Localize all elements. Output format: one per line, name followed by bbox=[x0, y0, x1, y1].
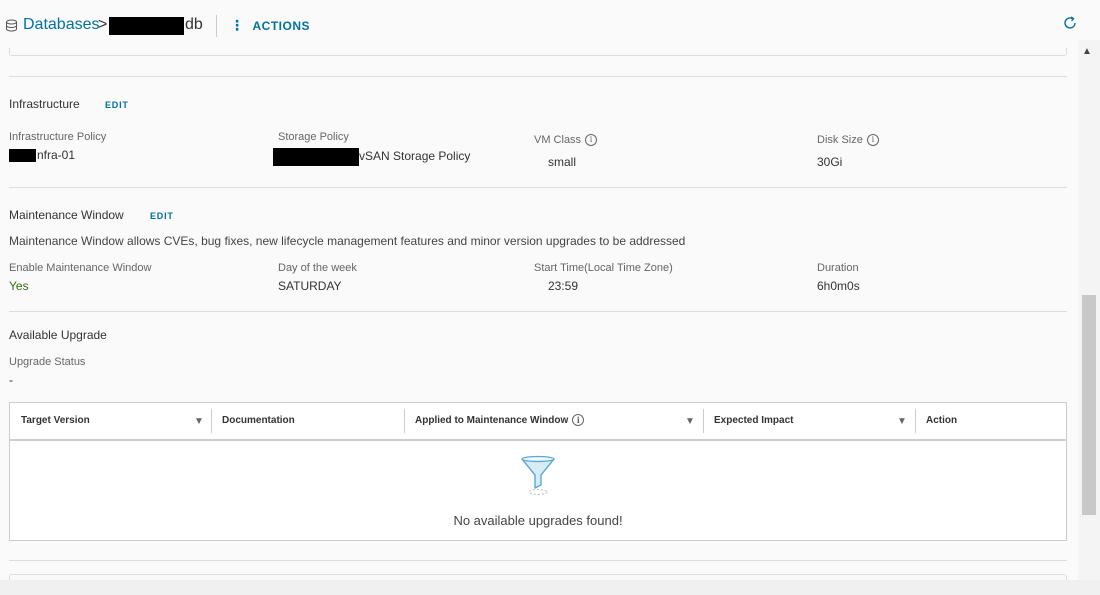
column-action[interactable]: Action bbox=[926, 403, 957, 439]
column-separator[interactable] bbox=[211, 409, 212, 433]
breadcrumb-current: db bbox=[185, 16, 203, 33]
infra-policy-label: Infrastructure Policy bbox=[9, 131, 107, 143]
previous-card bbox=[9, 48, 1067, 56]
duration-value: 6h0m0s bbox=[817, 279, 860, 293]
column-expected-impact[interactable]: Expected Impact bbox=[714, 403, 793, 439]
disk-size-label-text: Disk Size bbox=[817, 134, 863, 146]
column-documentation[interactable]: Documentation bbox=[222, 403, 295, 439]
scrollbar-thumb[interactable] bbox=[1082, 295, 1096, 515]
vertical-scrollbar[interactable]: ▲ bbox=[1078, 40, 1100, 580]
column-target-version[interactable]: Target Version bbox=[21, 403, 90, 439]
infrastructure-edit-link[interactable]: EDIT bbox=[105, 100, 129, 110]
redacted-name bbox=[109, 17, 184, 35]
bottom-bar bbox=[0, 580, 1100, 595]
filter-icon[interactable]: ▼ bbox=[897, 403, 907, 441]
start-time-value: 23:59 bbox=[548, 279, 579, 293]
divider bbox=[9, 187, 1067, 188]
details-scroll-area[interactable]: Infrastructure EDIT Infrastructure Polic… bbox=[0, 48, 1078, 580]
upgrade-status-value: - bbox=[9, 373, 13, 387]
enable-maintenance-label: Enable Maintenance Window bbox=[9, 262, 152, 274]
upgrade-datagrid: Target Version ▼ Documentation Applied t… bbox=[9, 402, 1067, 541]
day-of-week-label: Day of the week bbox=[278, 262, 357, 274]
divider bbox=[9, 76, 1067, 77]
filter-icon[interactable]: ▼ bbox=[194, 403, 204, 441]
storage-policy-text: vSAN Storage Policy bbox=[359, 149, 471, 164]
start-time-label: Start Time(Local Time Zone) bbox=[534, 262, 673, 274]
empty-state-message: No available upgrades found! bbox=[453, 513, 623, 528]
disk-size-label: Disk Size i bbox=[817, 134, 879, 147]
header-divider bbox=[216, 15, 217, 37]
breadcrumb-databases-link[interactable]: Databases bbox=[23, 16, 100, 34]
page-header: Databases > db ⋮ ACTIONS bbox=[0, 0, 1100, 48]
column-separator[interactable] bbox=[404, 409, 405, 433]
available-upgrade-title: Available Upgrade bbox=[9, 328, 107, 342]
scroll-up-arrow-icon[interactable]: ▲ bbox=[1082, 46, 1092, 57]
column-separator[interactable] bbox=[915, 409, 916, 433]
database-icon bbox=[5, 19, 18, 35]
storage-policy-label: Storage Policy bbox=[278, 131, 349, 143]
infra-policy-value: nfra-01 bbox=[9, 148, 76, 163]
vm-class-label: VM Class i bbox=[534, 134, 598, 147]
empty-funnel-icon bbox=[518, 453, 558, 497]
storage-policy-value: vSAN Storage Policy bbox=[273, 148, 470, 166]
vm-class-label-text: VM Class bbox=[534, 134, 582, 146]
maintenance-title: Maintenance Window bbox=[9, 208, 124, 222]
filter-icon[interactable]: ▼ bbox=[685, 403, 695, 441]
disk-size-value: 30Gi bbox=[817, 155, 843, 169]
vm-class-value: small bbox=[548, 155, 577, 169]
actions-button[interactable]: ⋮ ACTIONS bbox=[230, 17, 310, 34]
column-separator[interactable] bbox=[703, 409, 704, 433]
column-applied-maintenance-label: Applied to Maintenance Window bbox=[415, 415, 569, 426]
info-icon[interactable]: i bbox=[572, 414, 585, 427]
infra-policy-text: nfra-01 bbox=[37, 148, 76, 162]
datagrid-header: Target Version ▼ Documentation Applied t… bbox=[10, 403, 1066, 441]
infrastructure-title: Infrastructure bbox=[9, 97, 80, 111]
column-applied-maintenance[interactable]: Applied to Maintenance Window i bbox=[415, 403, 585, 439]
actions-label: ACTIONS bbox=[252, 19, 310, 33]
divider bbox=[9, 560, 1067, 561]
day-of-week-value: SATURDAY bbox=[278, 279, 342, 293]
redacted-block bbox=[9, 149, 36, 163]
info-icon[interactable]: i bbox=[866, 134, 879, 147]
more-dots-icon: ⋮ bbox=[230, 17, 245, 33]
upgrade-status-label: Upgrade Status bbox=[9, 356, 86, 368]
redacted-block bbox=[273, 148, 359, 166]
maintenance-description: Maintenance Window allows CVEs, bug fixe… bbox=[9, 234, 686, 248]
info-icon[interactable]: i bbox=[585, 134, 598, 147]
breadcrumb-separator: > bbox=[98, 16, 108, 33]
maintenance-edit-link[interactable]: EDIT bbox=[150, 211, 174, 221]
enable-maintenance-value: Yes bbox=[9, 279, 29, 293]
divider bbox=[9, 311, 1067, 312]
refresh-icon[interactable] bbox=[1062, 15, 1078, 36]
duration-label: Duration bbox=[817, 262, 859, 274]
